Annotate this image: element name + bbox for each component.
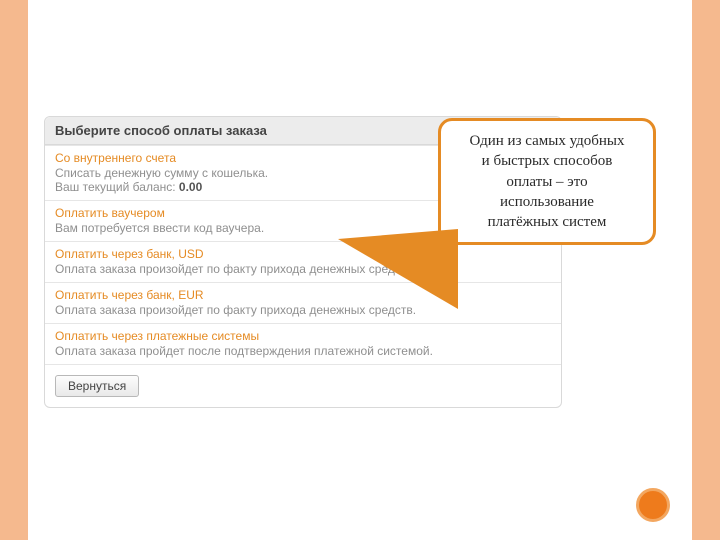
callout-line: оплаты – это <box>449 172 645 192</box>
callout-line: и быстрых способов <box>449 151 645 171</box>
nav-dot[interactable] <box>636 488 670 522</box>
option-desc: Оплата заказа пройдет после подтверждени… <box>55 344 551 358</box>
payment-option-payment-systems[interactable]: Оплатить через платежные системы Оплата … <box>45 323 561 364</box>
callout-line: использование <box>449 192 645 212</box>
info-callout: Один из самых удобных и быстрых способов… <box>438 118 656 245</box>
decor-stripe-right <box>692 0 720 540</box>
decor-stripe-left <box>0 0 28 540</box>
option-desc-text: Списать денежную сумму с кошелька. Ваш т… <box>55 166 268 194</box>
balance-value: 0.00 <box>179 180 202 194</box>
option-title: Оплатить через платежные системы <box>55 329 551 343</box>
callout-line: Один из самых удобных <box>469 133 624 149</box>
back-button[interactable]: Вернуться <box>55 375 139 397</box>
option-desc: Оплата заказа произойдет по факту приход… <box>55 262 551 276</box>
callout-line: платёжных систем <box>449 212 645 232</box>
payment-option-bank-usd[interactable]: Оплатить через банк, USD Оплата заказа п… <box>45 241 561 282</box>
option-title: Оплатить через банк, USD <box>55 247 551 261</box>
payment-option-bank-eur[interactable]: Оплатить через банк, EUR Оплата заказа п… <box>45 282 561 323</box>
option-title: Оплатить через банк, EUR <box>55 288 551 302</box>
panel-footer: Вернуться <box>45 364 561 407</box>
option-desc: Оплата заказа произойдет по факту приход… <box>55 303 551 317</box>
